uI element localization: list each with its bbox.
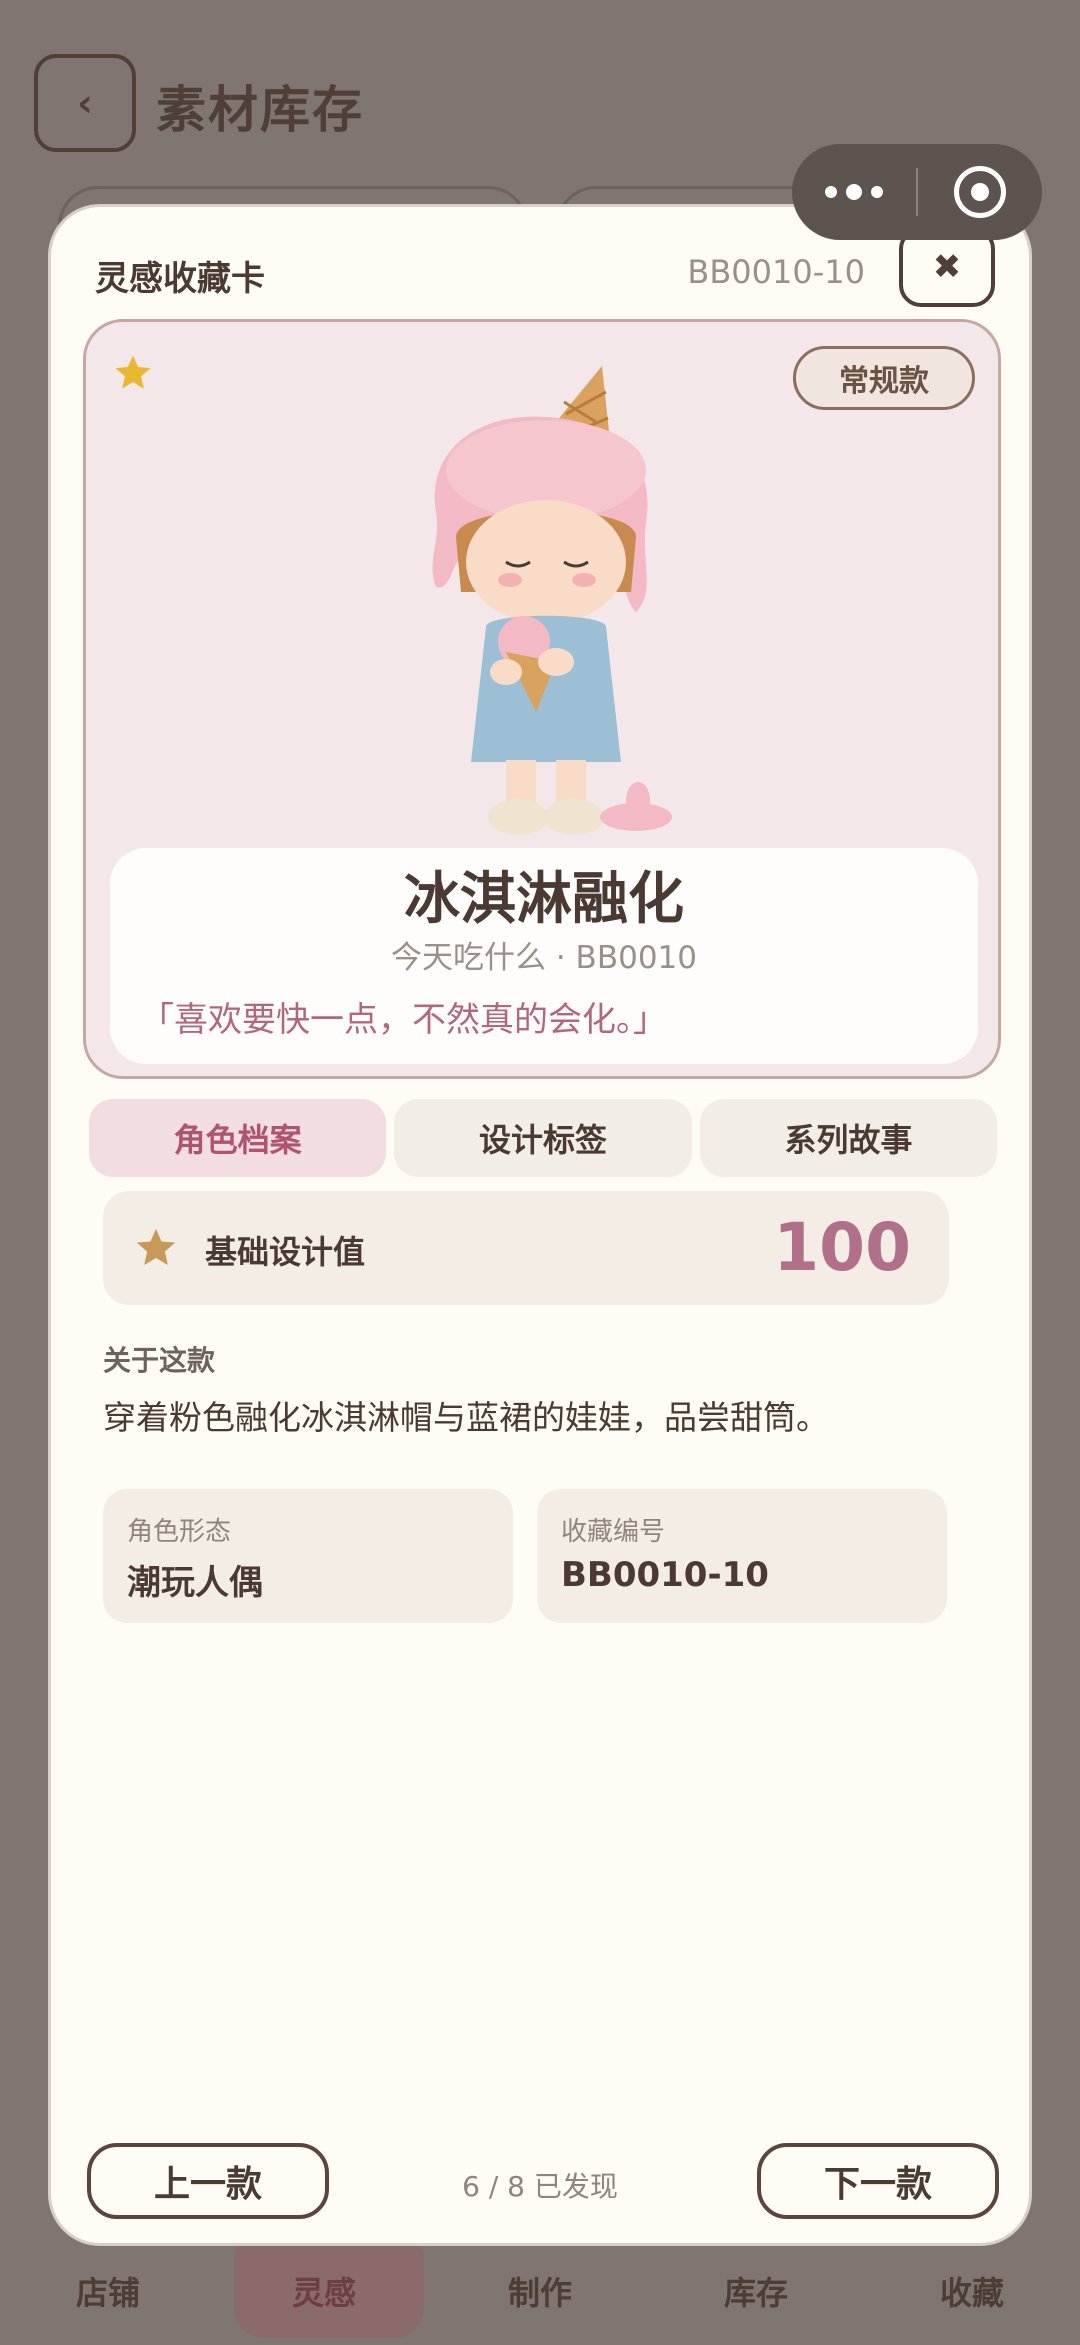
tab-profile[interactable]: 角色档案 <box>89 1099 387 1177</box>
about-title: 关于这款 <box>103 1344 216 1377</box>
attribute-key: 收藏编号 <box>561 1517 666 1547</box>
page-title: 素材库存 <box>156 81 364 139</box>
back-button[interactable]: ‹ <box>34 54 136 152</box>
score-value: 100 <box>773 1209 911 1286</box>
rarity-badge: 常规款 <box>793 346 975 410</box>
attribute-key: 角色形态 <box>127 1517 232 1547</box>
star-icon <box>136 1228 176 1266</box>
about-text: 穿着粉色融化冰淇淋帽与蓝裙的娃娃，品尝甜筒。 <box>103 1398 829 1437</box>
item-quote: 「喜欢要快一点，不然真的会化。」 <box>140 1000 667 1040</box>
close-icon: ✖ <box>932 247 962 287</box>
attribute-card: 收藏编号 BB0010-10 <box>537 1489 947 1623</box>
tab-inspiration[interactable]: 灵感 <box>229 2228 424 2338</box>
item-name: 冰淇淋融化 <box>404 867 684 932</box>
item-subtitle: 今天吃什么 · BB0010 <box>391 940 697 976</box>
tab-design-tags[interactable]: 设计标签 <box>394 1099 692 1177</box>
tab-inventory[interactable]: 库存 <box>661 2268 851 2314</box>
doll-figure-image <box>432 366 672 835</box>
next-button[interactable]: 下一款 <box>757 2143 999 2219</box>
star-icon[interactable] <box>112 352 154 394</box>
chevron-left-icon: ‹ <box>77 81 93 125</box>
attribute-value: BB0010-10 <box>561 1555 769 1595</box>
tab-collection[interactable]: 收藏 <box>877 2268 1067 2314</box>
modal-title: 灵感收藏卡 <box>95 259 265 299</box>
item-code: BB0010-10 <box>687 253 865 291</box>
design-score-box: 基础设计值 100 <box>103 1191 949 1305</box>
target-circle-icon[interactable] <box>918 166 1042 218</box>
detail-tabs: 角色档案 设计标签 系列故事 <box>89 1099 997 1177</box>
info-card: 冰淇淋融化 今天吃什么 · BB0010 「喜欢要快一点，不然真的会化。」 <box>110 848 978 1064</box>
tab-series-story[interactable]: 系列故事 <box>699 1099 997 1177</box>
hero-panel: 常规款 冰淇淋融化 今天吃什么 · BB0010 「喜欢要快一点，不然真的会化。… <box>83 319 1001 1079</box>
inspiration-card-modal: 灵感收藏卡 BB0010-10 ✖ 常规款 冰淇淋融化 今天吃什么 · BB00… <box>48 204 1032 2246</box>
attribute-value: 潮玩人偶 <box>127 1563 263 1603</box>
tab-store[interactable]: 店铺 <box>13 2268 203 2314</box>
attribute-card: 角色形态 潮玩人偶 <box>103 1489 513 1623</box>
score-label: 基础设计值 <box>205 1233 366 1271</box>
miniprogram-capsule <box>792 144 1042 240</box>
more-dots-icon[interactable] <box>792 144 916 240</box>
bottom-tab-bar: 店铺 灵感 制作 库存 收藏 <box>0 2228 1080 2345</box>
tab-make[interactable]: 制作 <box>445 2268 635 2314</box>
